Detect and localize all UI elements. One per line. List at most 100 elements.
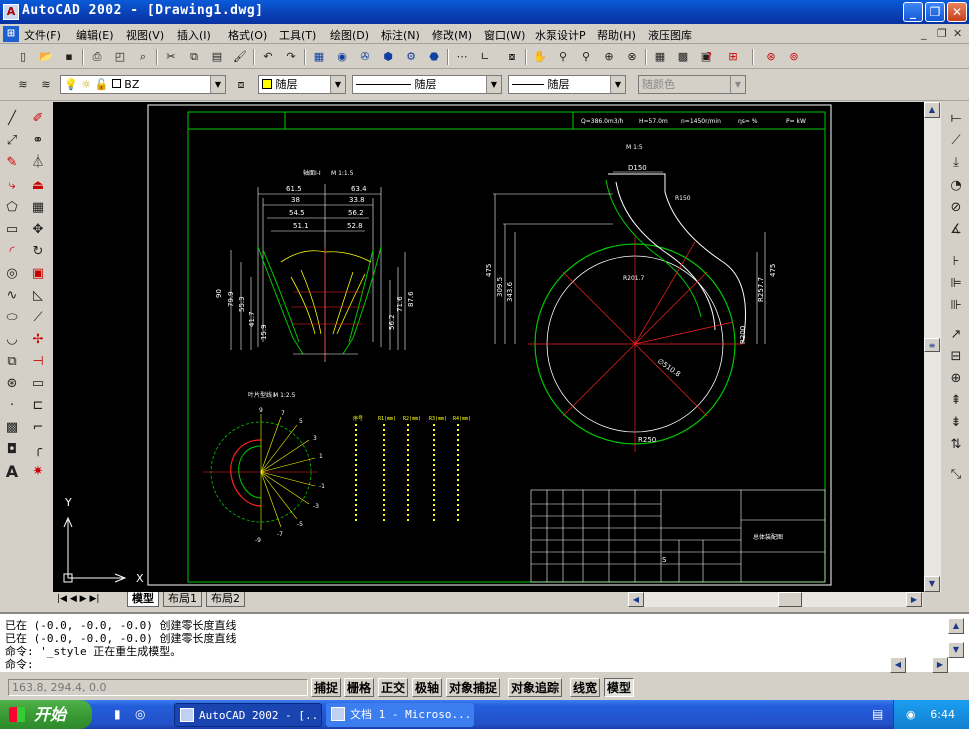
otrack-toggle[interactable]: 对象追踪	[508, 678, 563, 697]
insert-block-icon[interactable]: ⊞	[724, 48, 742, 66]
start-button[interactable]: 开始	[0, 700, 92, 729]
dimension-edit-icon[interactable]: ⇞	[946, 391, 966, 411]
task-word[interactable]: 文档 1 - Microso...	[326, 703, 474, 727]
mdi-minimize-button[interactable]: _	[921, 27, 927, 40]
ucs-axis-icon[interactable]: ∟	[476, 48, 494, 66]
tab-prev-icon[interactable]: ◀	[70, 594, 77, 604]
polar-toggle[interactable]: 极轴	[412, 678, 443, 697]
zoom-realtime-icon[interactable]: ⚲	[554, 48, 572, 66]
chevron-down-icon[interactable]: ▼	[486, 76, 501, 93]
scroll-down-icon[interactable]: ▼	[924, 576, 940, 592]
explode-icon[interactable]: ✷	[28, 462, 48, 482]
osnap-toggle[interactable]: 对象捕捉	[446, 678, 501, 697]
autocad-app-icon[interactable]: A	[3, 4, 19, 20]
angular-dimension-icon[interactable]: ∡	[946, 220, 966, 240]
quicklaunch-desktop-icon[interactable]: ▮	[114, 707, 121, 721]
drawing-canvas[interactable]: Q=386.0m3/h H=57.0m n=1450r/min ηs= % P=…	[53, 102, 924, 592]
dimension-update-icon[interactable]: ⇅	[946, 435, 966, 455]
keyboard-icon[interactable]: ▤	[872, 707, 883, 721]
render-icon[interactable]: ⊚	[785, 48, 803, 66]
snap-icon[interactable]: ✇	[356, 48, 374, 66]
rectangle-icon[interactable]: ▭	[2, 220, 22, 240]
layer-previous-icon[interactable]: ≋	[37, 76, 55, 94]
menu-format[interactable]: 格式(O)	[228, 27, 267, 43]
ellipse-arc-icon[interactable]: ◡	[2, 330, 22, 350]
match-properties-icon[interactable]: 🖌	[231, 48, 249, 66]
menu-insert[interactable]: 插入(I)	[177, 27, 211, 43]
coordinate-display[interactable]: 163.8, 294.4, 0.0	[8, 679, 308, 696]
ucs-icon[interactable]: ⬢	[379, 48, 397, 66]
print-icon[interactable]: ⎙	[88, 48, 106, 66]
open-file-icon[interactable]: 📂	[37, 48, 55, 66]
chevron-down-icon[interactable]: ▼	[210, 76, 225, 93]
lineweight-toggle[interactable]: 线宽	[570, 678, 601, 697]
chevron-down-icon[interactable]: ▼	[610, 76, 625, 93]
pan-icon[interactable]: ✋	[531, 48, 549, 66]
trim-icon[interactable]: ✢	[28, 330, 48, 350]
print-preview-icon[interactable]: ◰	[111, 48, 129, 66]
grid-toggle[interactable]: 栅格	[344, 678, 375, 697]
scroll-thumb[interactable]: ≡	[924, 338, 940, 352]
break-at-point-icon[interactable]: ▭	[28, 374, 48, 394]
close-button[interactable]: ✕	[947, 2, 967, 22]
ellipse-icon[interactable]: ⬭	[2, 308, 22, 328]
zoom-window-icon[interactable]: ⚲	[577, 48, 595, 66]
mdi-close-button[interactable]: ✕	[953, 27, 962, 40]
tab-last-icon[interactable]: ▶|	[89, 594, 99, 604]
menu-hydraulic-library[interactable]: 液压图库	[648, 27, 692, 43]
menu-draw[interactable]: 绘图(D)	[330, 27, 369, 43]
break-icon[interactable]: ⊏	[28, 396, 48, 416]
properties-icon[interactable]: ▦	[651, 48, 669, 66]
hyperlink-icon[interactable]: ▦	[310, 48, 328, 66]
menu-window[interactable]: 窗口(W)	[484, 27, 525, 43]
minimize-button[interactable]: _	[903, 2, 923, 22]
multiline-text-icon[interactable]: A	[2, 462, 22, 482]
model-toggle[interactable]: 模型	[604, 678, 635, 697]
circle-icon[interactable]: ◎	[2, 264, 22, 284]
paste-icon[interactable]: ▤	[208, 48, 226, 66]
tab-model[interactable]: 模型	[127, 592, 159, 607]
menu-view[interactable]: 视图(V)	[126, 27, 164, 43]
scroll-right-icon[interactable]: ▶	[906, 592, 922, 607]
copy-object-icon[interactable]: ⚭	[28, 131, 48, 151]
horizontal-scrollbar[interactable]: ◀ ▶	[628, 592, 923, 607]
continue-dimension-icon[interactable]: ⊪	[946, 296, 966, 316]
tab-layout2[interactable]: 布局2	[206, 592, 245, 607]
make-current-layer-icon[interactable]: ⧈	[232, 76, 250, 94]
tab-layout1[interactable]: 布局1	[163, 592, 202, 607]
lineweight-select[interactable]: 随层 ▼	[508, 75, 626, 94]
radius-dimension-icon[interactable]: ◔	[946, 176, 966, 196]
extend-icon[interactable]: ⊣	[28, 352, 48, 372]
leader-icon[interactable]: ↗	[946, 325, 966, 345]
polyline-icon[interactable]: ⤷	[2, 176, 22, 196]
tab-next-icon[interactable]: ▶	[80, 594, 87, 604]
snap-toggle[interactable]: 捕捉	[311, 678, 342, 697]
mdi-restore-button[interactable]: ❐	[937, 27, 947, 40]
menu-pump-design[interactable]: 水泵设计P	[535, 27, 586, 43]
zoom-extents-icon[interactable]: ⊗	[623, 48, 641, 66]
polygon-icon[interactable]: ⬠	[2, 198, 22, 218]
tab-nav-buttons[interactable]: |◀ ◀ ▶ ▶|	[53, 592, 125, 607]
command-prompt[interactable]: 命令:	[5, 658, 34, 671]
center-mark-icon[interactable]: ⊕	[946, 369, 966, 389]
help-icon[interactable]: ?	[700, 48, 718, 66]
array-icon[interactable]: ▦	[28, 198, 48, 218]
undo-icon[interactable]: ↶	[259, 48, 277, 66]
named-views-icon[interactable]: ⚙	[402, 48, 420, 66]
save-icon[interactable]: ▪	[60, 48, 78, 66]
zoom-previous-icon[interactable]: ⊕	[600, 48, 618, 66]
scroll-left-icon[interactable]: ◀	[628, 592, 644, 607]
scroll-up-icon[interactable]: ▲	[924, 102, 940, 118]
redo-icon[interactable]: ↷	[282, 48, 300, 66]
design-center-icon[interactable]: ▩	[674, 48, 692, 66]
3d-orbit-icon[interactable]: ⬣	[425, 48, 443, 66]
quick-dimension-icon[interactable]: ⊦	[946, 252, 966, 272]
chevron-down-icon[interactable]: ▼	[330, 76, 345, 93]
tolerance-icon[interactable]: ⊟	[946, 347, 966, 367]
aligned-dimension-icon[interactable]: ⟋	[946, 131, 966, 151]
color-select[interactable]: 随层 ▼	[258, 75, 346, 94]
stretch-icon[interactable]: ◺	[28, 286, 48, 306]
tracking-icon[interactable]: ◉	[333, 48, 351, 66]
snapshot-icon[interactable]: ⧇	[503, 48, 521, 66]
scale-icon[interactable]: ▣	[28, 264, 48, 284]
